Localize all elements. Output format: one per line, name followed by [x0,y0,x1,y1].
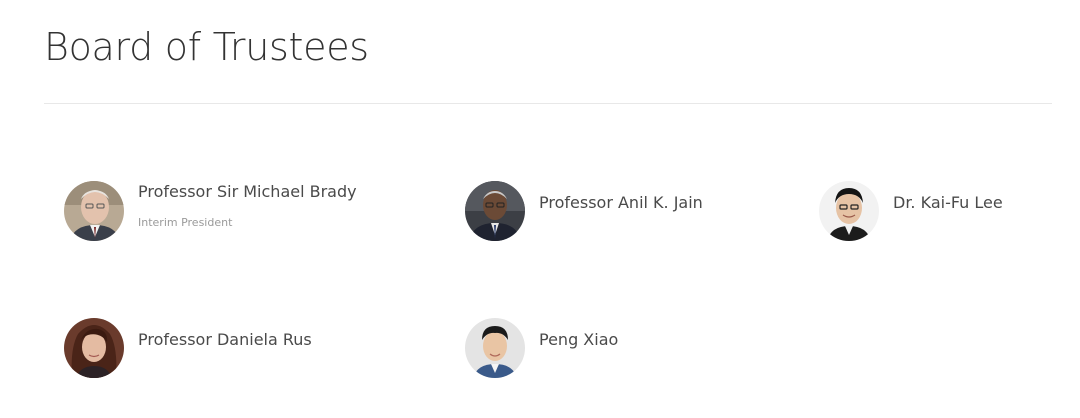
avatar [64,318,124,378]
trustee-name[interactable]: Dr. Kai-Fu Lee [893,192,1003,214]
trustee-card-anil-jain[interactable]: Professor Anil K. Jain [465,181,703,241]
avatar [819,181,879,241]
trustee-name[interactable]: Peng Xiao [539,329,618,351]
title-divider [44,103,1052,104]
trustee-role: Interim President [138,216,233,229]
avatar [64,181,124,241]
trustee-name[interactable]: Professor Anil K. Jain [539,192,703,214]
avatar [465,181,525,241]
trustee-card-peng-xiao[interactable]: Peng Xiao [465,318,618,378]
trustee-name[interactable]: Professor Daniela Rus [138,329,312,351]
trustee-name[interactable]: Professor Sir Michael Brady [138,181,357,203]
trustee-card-kai-fu-lee[interactable]: Dr. Kai-Fu Lee [819,181,1003,241]
trustee-card-daniela-rus[interactable]: Professor Daniela Rus [64,318,312,378]
trustee-card-michael-brady[interactable]: Professor Sir Michael Brady Interim Pres… [64,181,357,241]
page-title: Board of Trustees [44,25,369,69]
avatar [465,318,525,378]
